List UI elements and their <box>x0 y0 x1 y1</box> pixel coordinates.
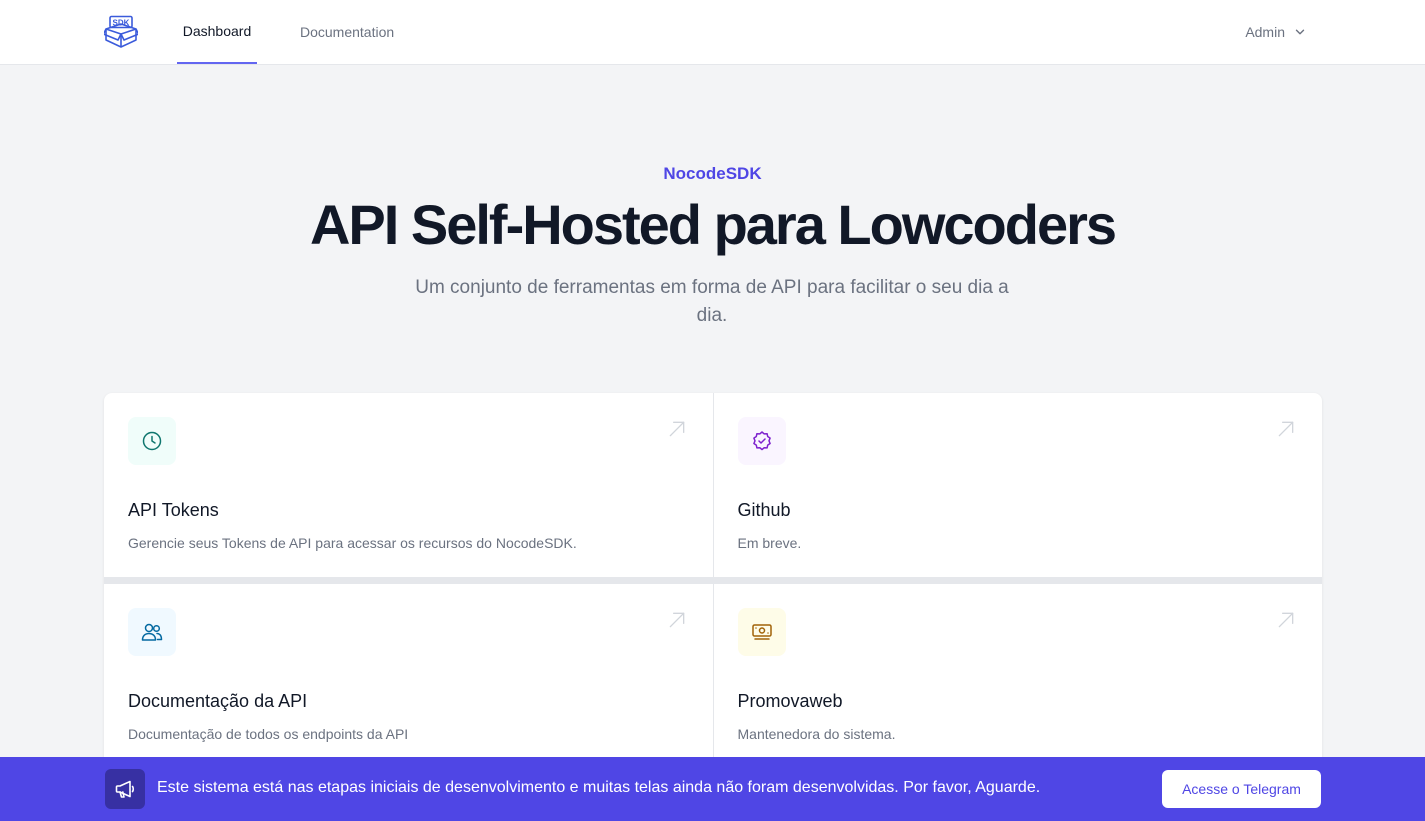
user-menu-label: Admin <box>1245 24 1285 40</box>
cash-icon <box>737 607 786 656</box>
logo-icon[interactable]: SDK <box>102 15 140 49</box>
hero-eyebrow: NocodeSDK <box>663 164 762 183</box>
chevron-down-icon <box>1295 29 1305 35</box>
arrow-up-right-icon <box>1278 421 1294 437</box>
card-title: Github <box>737 500 791 520</box>
user-menu-button[interactable]: Admin <box>1245 0 1307 64</box>
card-description: Gerencie seus Tokens de API para acessar… <box>128 535 577 551</box>
clock-icon <box>128 417 176 465</box>
card-description: Mantenedora do sistema. <box>737 725 896 742</box>
arrow-up-right-icon <box>669 612 684 627</box>
nav-documentation[interactable]: Documentation <box>296 0 398 64</box>
announcement-banner: Este sistema está nas etapas iniciais de… <box>0 757 1425 821</box>
card-api-tokens[interactable]: API Tokens Gerencie seus Tokens de API p… <box>104 393 713 577</box>
card-description: Documentação de todos os endpoints da AP… <box>128 725 409 742</box>
action-cards-grid: API Tokens Gerencie seus Tokens de API p… <box>104 393 1322 773</box>
users-icon <box>128 607 176 656</box>
telegram-button[interactable]: Acesse o Telegram <box>1162 770 1321 808</box>
card-description: Em breve. <box>737 535 802 551</box>
hero-subtitle: Um conjunto de ferramentas em forma de A… <box>415 277 1009 326</box>
card-promovaweb[interactable]: Promovaweb Mantenedora do sistema. <box>713 583 1322 768</box>
banner-message: Este sistema está nas etapas iniciais de… <box>157 779 1041 796</box>
card-title: Documentação da API <box>128 690 308 711</box>
megaphone-icon <box>105 769 145 809</box>
card-api-docs[interactable]: Documentação da API Documentação de todo… <box>104 583 713 768</box>
card-title: API Tokens <box>128 500 219 520</box>
arrow-up-right-icon <box>1278 612 1294 627</box>
top-navbar: SDK Dashboard Documentation Admin <box>0 0 1425 65</box>
nav-dashboard[interactable]: Dashboard <box>177 0 257 64</box>
card-github[interactable]: Github Em breve. <box>713 393 1322 577</box>
logo-text: SDK <box>113 19 130 28</box>
hero-title: API Self-Hosted para Lowcoders <box>309 193 1117 256</box>
badge-check-icon <box>737 417 786 465</box>
card-title: Promovaweb <box>737 690 843 711</box>
arrow-up-right-icon <box>669 421 684 437</box>
